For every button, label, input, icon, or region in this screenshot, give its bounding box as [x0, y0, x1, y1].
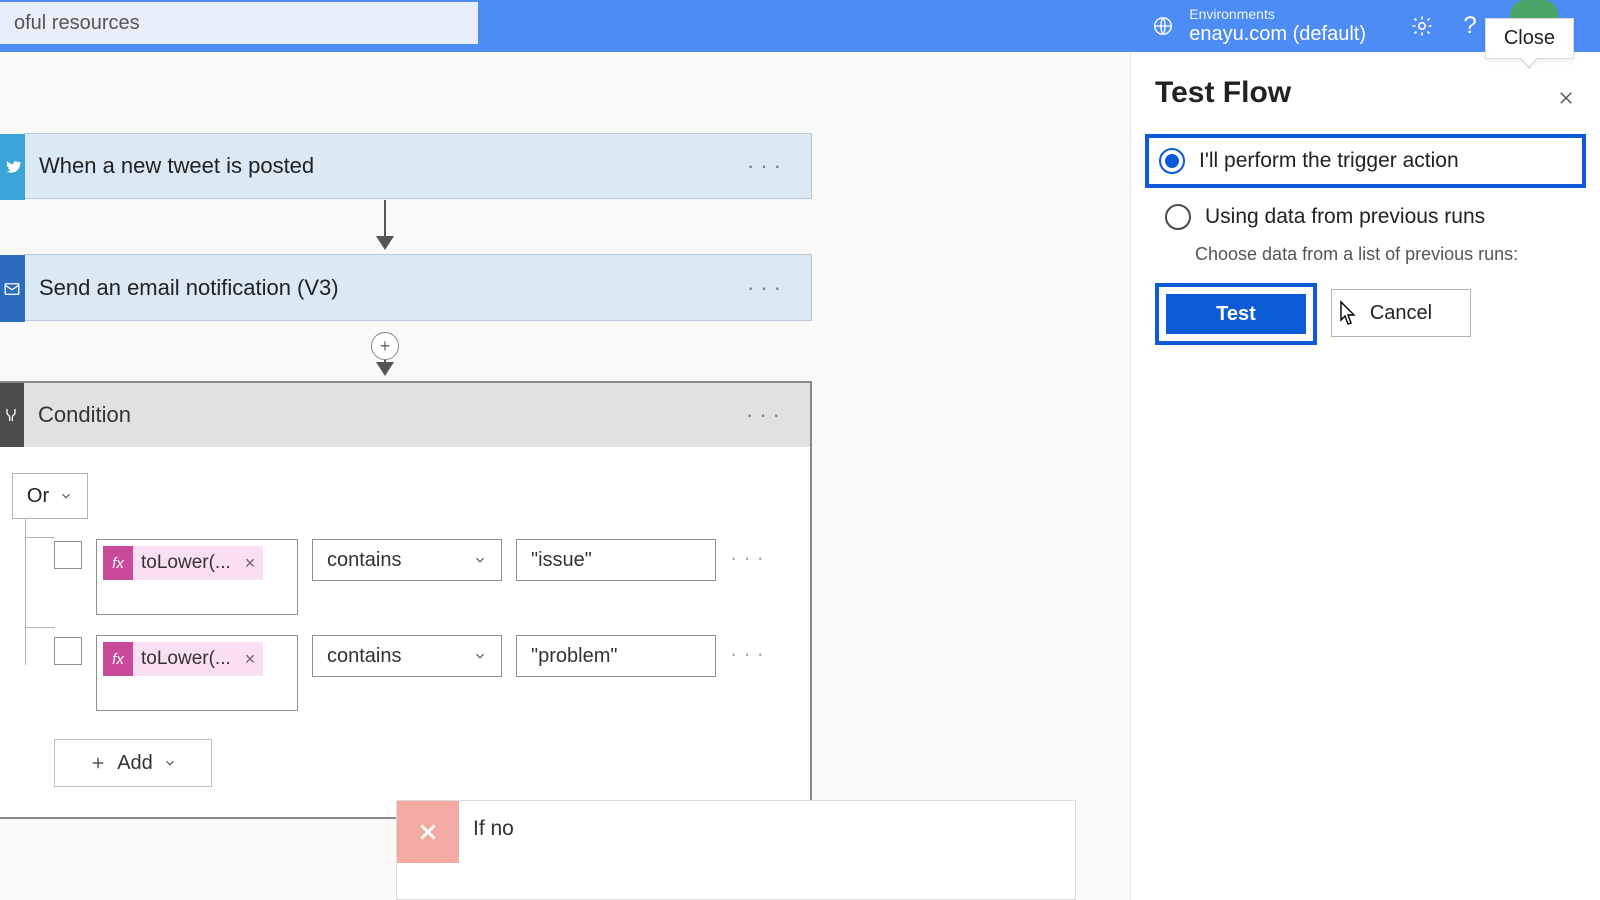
condition-card: Condition ··· Or fx toLower(... × cont — [0, 381, 812, 819]
value-text: "issue" — [531, 549, 592, 572]
operator-select[interactable]: contains — [312, 539, 502, 581]
chevron-down-icon — [163, 756, 177, 770]
left-operand-input[interactable]: fx toLower(... × — [96, 539, 298, 615]
row-checkbox[interactable] — [54, 541, 82, 569]
environment-name: enayu.com (default) — [1189, 23, 1366, 45]
search-input[interactable]: oful resources — [0, 2, 478, 44]
expression-token[interactable]: fx toLower(... × — [103, 546, 263, 580]
environment-picker[interactable]: Environments enayu.com (default) — [1151, 0, 1366, 52]
value-input[interactable]: "issue" — [516, 539, 716, 581]
radio-hint: Choose data from a list of previous runs… — [1195, 244, 1576, 265]
environment-label: Environments — [1189, 7, 1366, 22]
value-input[interactable]: "problem" — [516, 635, 716, 677]
trigger-card[interactable]: When a new tweet is posted ··· — [24, 133, 812, 199]
if-no-label: If no — [473, 817, 514, 841]
radio-label: I'll perform the trigger action — [1199, 149, 1459, 173]
close-icon — [397, 801, 459, 863]
remove-token-icon[interactable]: × — [237, 649, 264, 670]
panel-title: Test Flow — [1155, 76, 1576, 110]
operator-select[interactable]: contains — [312, 635, 502, 677]
condition-icon — [0, 383, 24, 447]
close-tooltip-text: Close — [1504, 27, 1555, 49]
plus-icon — [89, 754, 107, 772]
close-tooltip: Close — [1485, 18, 1574, 59]
row-menu[interactable]: ··· — [730, 641, 770, 667]
group-operator-label: Or — [27, 485, 49, 508]
add-step-button[interactable]: + — [371, 332, 399, 360]
test-button[interactable]: Test — [1166, 294, 1306, 334]
operator-label: contains — [327, 549, 402, 572]
condition-row: fx toLower(... × contains "issue" ··· — [54, 539, 798, 615]
cancel-button[interactable]: Cancel — [1331, 289, 1471, 337]
row-checkbox[interactable] — [54, 637, 82, 665]
condition-body: Or fx toLower(... × contains — [0, 447, 810, 817]
fx-icon: fx — [103, 642, 133, 676]
search-text: oful resources — [14, 12, 140, 35]
if-no-branch[interactable]: If no — [396, 800, 1076, 900]
value-text: "problem" — [531, 645, 617, 668]
email-card[interactable]: Send an email notification (V3) ··· — [24, 254, 812, 321]
condition-menu[interactable]: ··· — [746, 402, 786, 428]
fx-icon: fx — [103, 546, 133, 580]
radio-icon — [1165, 204, 1191, 230]
radio-option-previous[interactable]: Using data from previous runs — [1155, 194, 1576, 240]
test-button-highlight: Test — [1155, 283, 1317, 345]
chevron-down-icon — [59, 489, 73, 503]
condition-row: fx toLower(... × contains "problem" ··· — [54, 635, 798, 711]
trigger-card-menu[interactable]: ··· — [747, 153, 787, 179]
add-label: Add — [117, 752, 153, 775]
row-menu[interactable]: ··· — [730, 545, 770, 571]
connector-arrow — [384, 200, 386, 248]
expression-token-text: toLower(... — [133, 648, 237, 670]
chevron-down-icon — [473, 649, 487, 663]
condition-title: Condition — [38, 402, 131, 428]
condition-header[interactable]: Condition ··· — [0, 383, 810, 447]
trigger-card-title: When a new tweet is posted — [39, 153, 314, 179]
left-operand-input[interactable]: fx toLower(... × — [96, 635, 298, 711]
group-connector-lines — [25, 519, 55, 665]
radio-icon — [1159, 148, 1185, 174]
environment-icon — [1151, 14, 1175, 38]
radio-option-manual[interactable]: I'll perform the trigger action — [1145, 134, 1586, 188]
test-button-label: Test — [1216, 303, 1256, 326]
chevron-down-icon — [473, 553, 487, 567]
panel-buttons: Test Cancel — [1155, 283, 1576, 345]
test-flow-panel: Test Flow I'll perform the trigger actio… — [1130, 52, 1600, 900]
radio-label: Using data from previous runs — [1205, 205, 1485, 229]
operator-label: contains — [327, 645, 402, 668]
help-icon[interactable]: ? — [1456, 12, 1484, 40]
cancel-button-label: Cancel — [1370, 302, 1432, 325]
mail-icon — [0, 255, 25, 322]
add-condition-button[interactable]: Add — [54, 739, 212, 787]
group-operator-select[interactable]: Or — [12, 473, 88, 519]
top-bar: oful resources Environments enayu.com (d… — [0, 0, 1600, 52]
twitter-icon — [0, 134, 25, 200]
email-card-menu[interactable]: ··· — [747, 275, 787, 301]
panel-close-button[interactable] — [1550, 82, 1582, 114]
expression-token[interactable]: fx toLower(... × — [103, 642, 263, 676]
remove-token-icon[interactable]: × — [237, 553, 264, 574]
email-card-title: Send an email notification (V3) — [39, 275, 339, 301]
settings-icon[interactable] — [1408, 12, 1436, 40]
expression-token-text: toLower(... — [133, 552, 237, 574]
